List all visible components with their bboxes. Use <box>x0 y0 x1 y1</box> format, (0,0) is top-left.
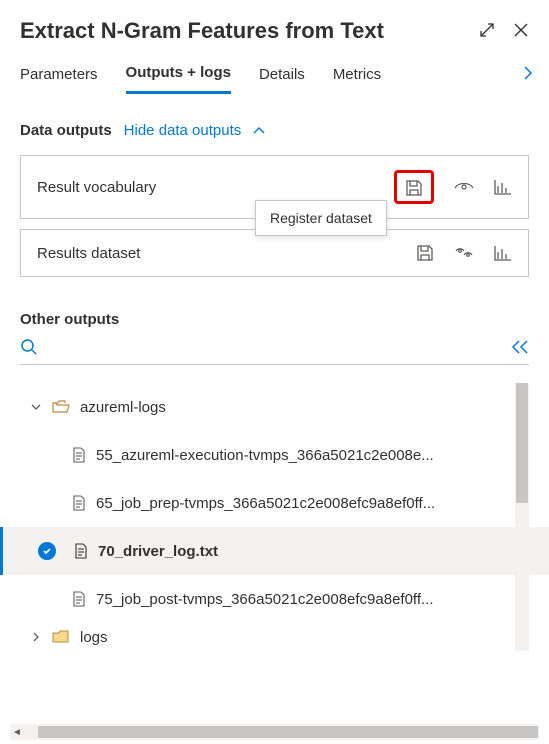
register-dataset-tooltip: Register dataset <box>255 200 387 236</box>
scrollbar-thumb[interactable] <box>516 383 528 503</box>
scrollbar-thumb[interactable] <box>38 726 538 738</box>
scroll-left-arrow[interactable]: ◄ <box>10 727 24 738</box>
file-icon <box>74 543 88 559</box>
expand-icon[interactable] <box>479 22 495 38</box>
folder-logs[interactable]: logs <box>0 623 549 651</box>
hide-data-outputs-link[interactable]: Hide data outputs <box>124 122 242 139</box>
tab-metrics[interactable]: Metrics <box>333 66 381 93</box>
chevron-right-icon <box>30 631 42 643</box>
file-row[interactable]: 75_job_post-tvmps_366a5021c2e008efc9a8ef… <box>0 575 549 623</box>
file-row-selected[interactable]: 70_driver_log.txt <box>0 527 549 575</box>
tab-bar: Parameters Outputs + logs Details Metric… <box>0 52 549 94</box>
register-dataset-button[interactable] <box>394 170 434 204</box>
folder-label: azureml-logs <box>80 399 166 416</box>
close-icon[interactable] <box>513 22 529 38</box>
folder-icon <box>52 630 70 644</box>
file-icon <box>72 495 86 511</box>
file-row[interactable]: 55_azureml-execution-tvmps_366a5021c2e00… <box>0 431 549 479</box>
data-outputs-heading: Data outputs <box>20 122 112 139</box>
tab-outputs[interactable]: Outputs + logs <box>126 64 231 94</box>
file-icon <box>72 591 86 607</box>
other-outputs-heading: Other outputs <box>0 287 549 338</box>
register-dataset-button[interactable] <box>416 244 434 262</box>
file-label: 65_job_prep-tvmps_366a5021c2e008efc9a8ef… <box>96 495 435 512</box>
visualize-icon[interactable] <box>494 179 512 195</box>
save-icon <box>416 244 434 262</box>
vertical-scrollbar[interactable] <box>515 383 529 651</box>
collapse-left-icon[interactable] <box>511 340 529 354</box>
chevron-down-icon <box>30 401 42 413</box>
preview-icon[interactable] <box>454 246 474 260</box>
output-label: Results dataset <box>37 245 140 262</box>
tab-details[interactable]: Details <box>259 66 305 93</box>
preview-icon[interactable] <box>454 180 474 194</box>
page-title: Extract N-Gram Features from Text <box>20 18 479 44</box>
tabs-scroll-right-icon[interactable] <box>521 66 535 80</box>
search-icon[interactable] <box>20 338 38 356</box>
tab-parameters[interactable]: Parameters <box>20 66 98 93</box>
folder-open-icon <box>52 400 70 414</box>
output-label: Result vocabulary <box>37 179 156 196</box>
chevron-up-icon[interactable] <box>253 125 265 137</box>
file-label: 75_job_post-tvmps_366a5021c2e008efc9a8ef… <box>96 591 434 608</box>
folder-azureml-logs[interactable]: azureml-logs <box>0 383 549 431</box>
save-icon <box>405 179 423 197</box>
file-tree: azureml-logs 55_azureml-execution-tvmps_… <box>0 383 549 683</box>
output-results-dataset: Results dataset <box>20 229 529 277</box>
file-label: 55_azureml-execution-tvmps_366a5021c2e00… <box>96 447 434 464</box>
selected-check-icon <box>38 542 56 560</box>
file-row[interactable]: 65_job_prep-tvmps_366a5021c2e008efc9a8ef… <box>0 479 549 527</box>
file-icon <box>72 447 86 463</box>
folder-label: logs <box>80 629 108 646</box>
horizontal-scrollbar[interactable]: ◄ <box>10 724 539 740</box>
file-label: 70_driver_log.txt <box>98 543 218 560</box>
visualize-icon[interactable] <box>494 245 512 261</box>
output-result-vocabulary: Result vocabulary Register dataset <box>20 155 529 219</box>
